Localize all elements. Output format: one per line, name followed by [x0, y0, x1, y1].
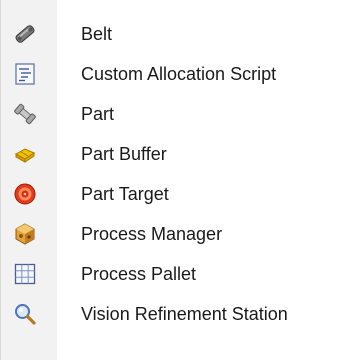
menu-item-custom-allocation-script[interactable]: Custom Allocation Script: [1, 54, 343, 94]
menu-item-belt[interactable]: Belt: [1, 14, 343, 54]
menu-item-process-manager[interactable]: Process Manager: [1, 214, 343, 254]
context-menu: Belt Custom Allocation Script Part Part …: [0, 0, 343, 360]
menu-item-label: Belt: [81, 24, 113, 44]
menu-item-label: Part Target: [81, 184, 169, 204]
menu-item-process-pallet[interactable]: Process Pallet: [1, 254, 343, 294]
menu-item-label: Part Buffer: [81, 144, 167, 164]
menu-item-label: Vision Refinement Station: [81, 304, 288, 324]
belt-icon: [13, 22, 37, 46]
menu-item-part-target[interactable]: Part Target: [1, 174, 343, 214]
menu-item-label: Custom Allocation Script: [81, 64, 277, 84]
menu-item-part-buffer[interactable]: Part Buffer: [1, 134, 343, 174]
menu-item-label: Part: [81, 104, 115, 124]
process-manager-icon: [13, 222, 37, 246]
vision-refinement-icon: [13, 302, 37, 326]
menu-item-label: Process Pallet: [81, 264, 197, 284]
part-icon: [13, 102, 37, 126]
script-icon: [13, 62, 37, 86]
part-target-icon: [13, 182, 37, 206]
menu-item-label: Process Manager: [81, 224, 223, 244]
process-pallet-icon: [13, 262, 37, 286]
menu-item-vision-refinement-station[interactable]: Vision Refinement Station: [1, 294, 343, 334]
menu-item-part[interactable]: Part: [1, 94, 343, 134]
part-buffer-icon: [13, 142, 37, 166]
